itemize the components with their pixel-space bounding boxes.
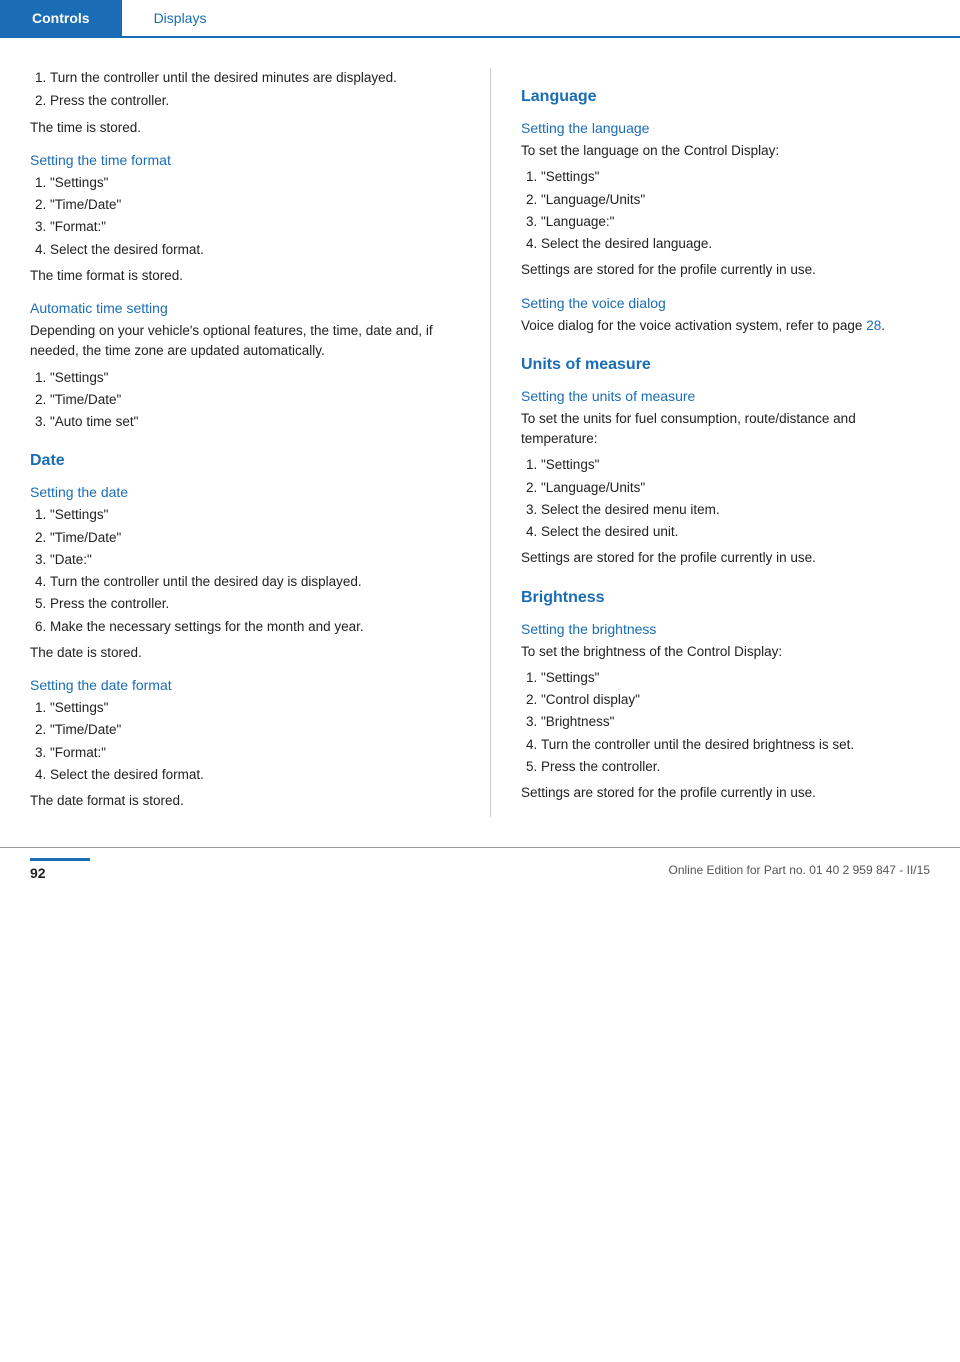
tab-displays[interactable]: Displays xyxy=(122,0,239,36)
left-column: Turn the controller until the desired mi… xyxy=(30,68,460,817)
brightness-step-5: Press the controller. xyxy=(541,757,930,777)
time-format-title: Setting the time format xyxy=(30,152,460,168)
setting-date-step-5: Press the controller. xyxy=(50,594,460,614)
date-format-step-1: "Settings" xyxy=(50,698,460,718)
auto-time-steps: "Settings" "Time/Date" "Auto time set" xyxy=(50,368,460,433)
right-column: Language Setting the language To set the… xyxy=(490,68,930,817)
time-format-step-1: "Settings" xyxy=(50,173,460,193)
setting-lang-subtitle: Setting the language xyxy=(521,120,930,136)
units-step-1: "Settings" xyxy=(541,455,930,475)
time-stored: The time is stored. xyxy=(30,118,460,138)
date-format-stored: The date format is stored. xyxy=(30,791,460,811)
setting-date-subtitle: Setting the date xyxy=(30,484,460,500)
brightness-stored: Settings are stored for the profile curr… xyxy=(521,783,930,803)
time-format-step-2: "Time/Date" xyxy=(50,195,460,215)
intro-steps: Turn the controller until the desired mi… xyxy=(50,68,460,112)
footer-online-edition: Online Edition for Part no. 01 40 2 959 … xyxy=(668,863,930,877)
setting-lang-steps: "Settings" "Language/Units" "Language:" … xyxy=(541,167,930,254)
voice-dialog-subtitle: Setting the voice dialog xyxy=(521,295,930,311)
footer-left: 92 xyxy=(30,858,90,881)
tab-controls[interactable]: Controls xyxy=(0,0,122,36)
units-description: To set the units for fuel consumption, r… xyxy=(521,409,930,450)
units-steps: "Settings" "Language/Units" Select the d… xyxy=(541,455,930,542)
setting-lang-step-1: "Settings" xyxy=(541,167,930,187)
time-format-step-3: "Format:" xyxy=(50,217,460,237)
time-format-stored: The time format is stored. xyxy=(30,266,460,286)
page-header: Controls Displays xyxy=(0,0,960,38)
brightness-steps: "Settings" "Control display" "Brightness… xyxy=(541,668,930,777)
date-title: Date xyxy=(30,452,460,470)
brightness-title: Brightness xyxy=(521,589,930,607)
units-step-2: "Language/Units" xyxy=(541,478,930,498)
units-title: Units of measure xyxy=(521,356,930,374)
brightness-description: To set the brightness of the Control Dis… xyxy=(521,642,930,662)
main-content: Turn the controller until the desired mi… xyxy=(0,38,960,837)
brightness-subtitle: Setting the brightness xyxy=(521,621,930,637)
time-format-step-4: Select the desired format. xyxy=(50,240,460,260)
intro-step-7: Press the controller. xyxy=(50,91,460,111)
setting-date-steps: "Settings" "Time/Date" "Date:" Turn the … xyxy=(50,505,460,637)
setting-lang-step-2: "Language/Units" xyxy=(541,190,930,210)
units-stored: Settings are stored for the profile curr… xyxy=(521,548,930,568)
auto-time-step-2: "Time/Date" xyxy=(50,390,460,410)
setting-date-step-3: "Date:" xyxy=(50,550,460,570)
brightness-step-4: Turn the controller until the desired br… xyxy=(541,735,930,755)
auto-time-title: Automatic time setting xyxy=(30,300,460,316)
units-step-3: Select the desired menu item. xyxy=(541,500,930,520)
voice-dialog-description: Voice dialog for the voice activation sy… xyxy=(521,316,930,336)
date-format-subtitle: Setting the date format xyxy=(30,677,460,693)
intro-step-6: Turn the controller until the desired mi… xyxy=(50,68,460,88)
setting-lang-stored: Settings are stored for the profile curr… xyxy=(521,260,930,280)
language-title: Language xyxy=(521,88,930,106)
date-format-step-3: "Format:" xyxy=(50,743,460,763)
setting-lang-step-4: Select the desired language. xyxy=(541,234,930,254)
voice-dialog-link[interactable]: 28 xyxy=(866,318,881,333)
setting-lang-step-3: "Language:" xyxy=(541,212,930,232)
brightness-step-1: "Settings" xyxy=(541,668,930,688)
date-stored: The date is stored. xyxy=(30,643,460,663)
setting-lang-description: To set the language on the Control Displ… xyxy=(521,141,930,161)
setting-date-step-6: Make the necessary settings for the mont… xyxy=(50,617,460,637)
date-format-steps: "Settings" "Time/Date" "Format:" Select … xyxy=(50,698,460,785)
units-subtitle: Setting the units of measure xyxy=(521,388,930,404)
setting-date-step-4: Turn the controller until the desired da… xyxy=(50,572,460,592)
units-step-4: Select the desired unit. xyxy=(541,522,930,542)
page-footer: 92 Online Edition for Part no. 01 40 2 9… xyxy=(0,847,960,891)
date-format-step-2: "Time/Date" xyxy=(50,720,460,740)
time-format-steps: "Settings" "Time/Date" "Format:" Select … xyxy=(50,173,460,260)
auto-time-description: Depending on your vehicle's optional fea… xyxy=(30,321,460,362)
brightness-step-2: "Control display" xyxy=(541,690,930,710)
date-format-step-4: Select the desired format. xyxy=(50,765,460,785)
setting-date-step-1: "Settings" xyxy=(50,505,460,525)
brightness-step-3: "Brightness" xyxy=(541,712,930,732)
setting-date-step-2: "Time/Date" xyxy=(50,528,460,548)
footer-line xyxy=(30,858,90,861)
page-number: 92 xyxy=(30,865,90,881)
auto-time-step-3: "Auto time set" xyxy=(50,412,460,432)
auto-time-step-1: "Settings" xyxy=(50,368,460,388)
